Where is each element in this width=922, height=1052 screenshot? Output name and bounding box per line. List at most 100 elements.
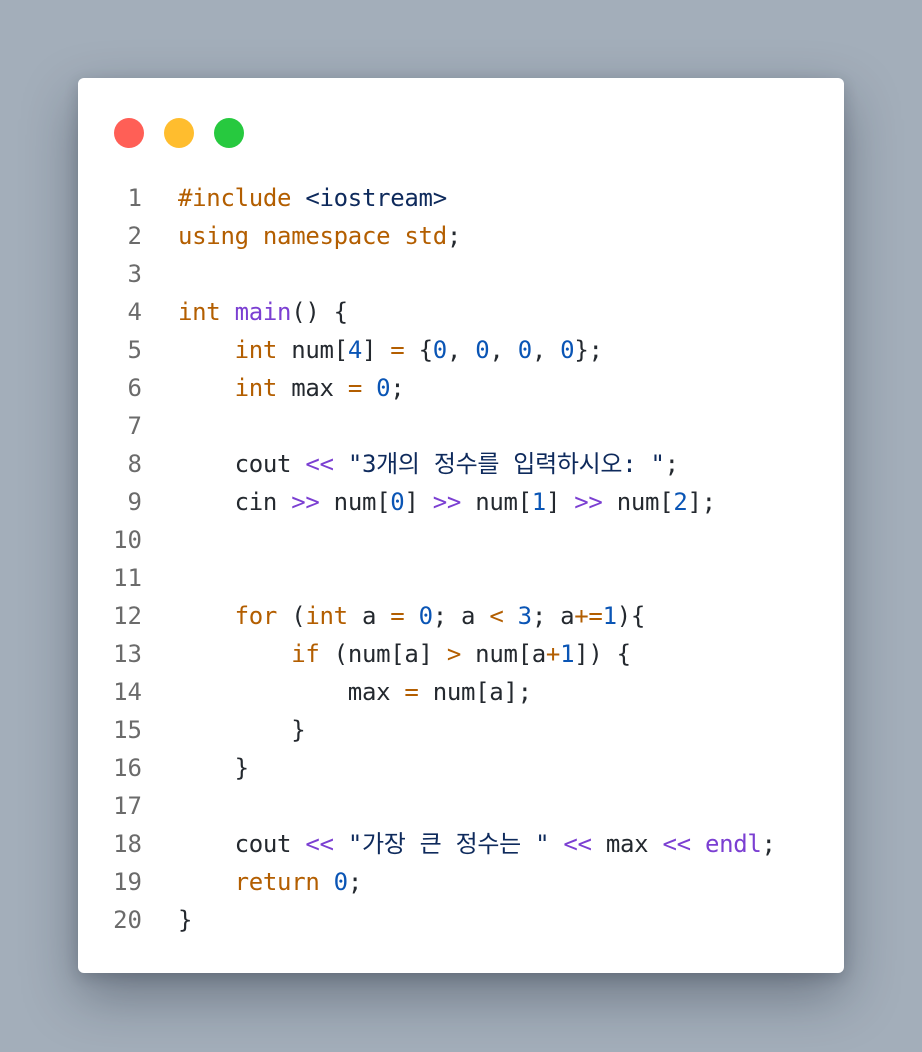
code-token: a [347, 602, 391, 630]
code-token: num[ [461, 488, 532, 516]
code-line: 18 cout << "가장 큰 정수는 " << max << endl; [78, 825, 844, 863]
code-token: if [291, 640, 320, 668]
code-line: 17 [78, 787, 844, 825]
code-token: endl [704, 830, 762, 858]
code-line: 3 [78, 255, 844, 293]
code-token: << [563, 830, 592, 858]
code-token: cout [178, 450, 306, 478]
code-line: 12 for (int a = 0; a < 3; a+=1){ [78, 597, 844, 635]
code-token: ] [545, 488, 575, 516]
line-number: 20 [113, 906, 142, 934]
line-number: 8 [127, 450, 142, 478]
code-token: "3개의 정수를 입력하시오: " [347, 450, 665, 478]
line-source: } [178, 901, 192, 939]
line-number: 16 [113, 754, 142, 782]
code-token: max [178, 678, 405, 706]
code-line: 16 } [78, 749, 844, 787]
code-token: ; a [432, 602, 490, 630]
code-token: , [489, 336, 518, 364]
code-token: namespace [262, 222, 391, 250]
code-token: = [390, 602, 405, 630]
line-number: 11 [113, 564, 142, 592]
code-token: 0 [390, 488, 405, 516]
code-token: return [234, 868, 320, 896]
code-token: >> [432, 488, 462, 516]
close-button[interactable] [114, 118, 144, 148]
line-number: 5 [127, 336, 142, 364]
code-window: 1 #include <iostream> 2 using namespace std… [78, 78, 844, 973]
code-line: 4 int main() { [78, 293, 844, 331]
line-source: if (num[a] > num[a+1]) { [178, 635, 631, 673]
zoom-button[interactable] [214, 118, 244, 148]
code-line: 14 max = num[a]; [78, 673, 844, 711]
code-token: main [234, 298, 292, 326]
code-token: int [234, 336, 278, 364]
code-token: "가장 큰 정수는 " [347, 830, 550, 858]
code-token: ; [347, 868, 362, 896]
code-token: + [545, 640, 561, 668]
code-line: 20} [78, 901, 844, 939]
code-token: num[a]; [418, 678, 532, 706]
code-token: ; [664, 450, 679, 478]
code-token: num[ [602, 488, 674, 516]
code-line: 7 [78, 407, 844, 445]
code-line: 2 using namespace std; [78, 217, 844, 255]
code-block: 1 #include <iostream> 2 using namespace std… [78, 179, 844, 939]
code-token: = [347, 374, 362, 402]
code-token: 1 [560, 640, 575, 668]
code-token: += [574, 602, 603, 630]
code-token: cout [178, 830, 306, 858]
line-number: 3 [127, 260, 142, 288]
code-token: { [404, 336, 433, 364]
code-line: 11 [78, 559, 844, 597]
line-number: 10 [113, 526, 142, 554]
code-token: ; [446, 222, 462, 250]
line-number: 15 [113, 716, 142, 744]
code-token: }; [574, 336, 603, 364]
code-token: 0 [376, 374, 391, 402]
line-source: cout << "가장 큰 정수는 " << max << endl; [178, 825, 776, 863]
line-number: 14 [113, 678, 142, 706]
code-token: 0 [517, 336, 532, 364]
code-token: ]) { [574, 640, 631, 668]
code-line: 19 return 0; [78, 863, 844, 901]
code-line: 1 #include <iostream> [78, 179, 844, 217]
code-token: 0 [418, 602, 433, 630]
code-token: 1 [531, 488, 546, 516]
code-token: #include [178, 184, 292, 212]
line-number: 7 [127, 412, 142, 440]
code-line: 6 int max = 0; [78, 369, 844, 407]
code-token: using [178, 222, 249, 250]
code-token: < [489, 602, 504, 630]
code-token: } [178, 906, 193, 934]
line-number: 4 [127, 298, 142, 326]
code-token: 0 [560, 336, 575, 364]
code-token: } [178, 716, 306, 744]
minimize-button[interactable] [164, 118, 194, 148]
code-token: 0 [432, 336, 447, 364]
code-token: << [305, 450, 334, 478]
code-token: 0 [475, 336, 490, 364]
code-token: int [234, 374, 278, 402]
code-token: = [390, 336, 405, 364]
code-token: 3 [517, 602, 532, 630]
window-controls [114, 118, 244, 148]
code-token: for [234, 602, 278, 630]
line-source: max = num[a]; [178, 673, 532, 711]
code-token: 0 [333, 868, 348, 896]
code-token: max [591, 830, 663, 858]
code-token: num[ [277, 336, 348, 364]
line-source: using namespace std; [178, 217, 461, 255]
line-source: int max = 0; [178, 369, 405, 407]
